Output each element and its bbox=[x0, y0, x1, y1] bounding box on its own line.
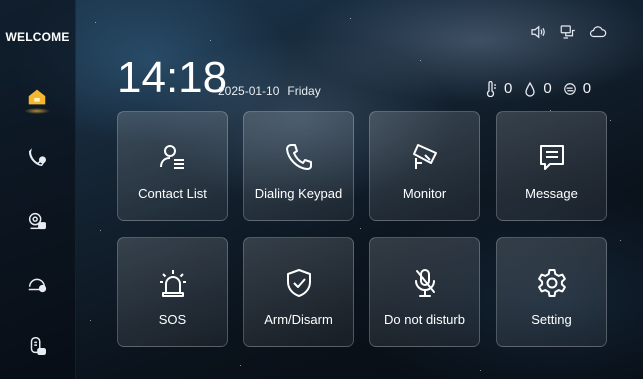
humidity-value: 0 bbox=[543, 80, 552, 97]
gear-icon bbox=[535, 266, 569, 300]
camera-icon bbox=[408, 140, 442, 174]
intercom-icon bbox=[30, 337, 46, 355]
humidity-icon bbox=[525, 81, 535, 97]
tile-label: Contact List bbox=[138, 186, 207, 201]
sidebar-item-intercom[interactable] bbox=[18, 327, 56, 365]
mute-mic-icon bbox=[408, 266, 442, 300]
home-icon bbox=[28, 89, 46, 105]
air-quality-readout: 0 bbox=[563, 80, 591, 97]
contact-list-icon bbox=[156, 140, 190, 174]
clock-time: 14:18 bbox=[117, 53, 228, 102]
message-icon bbox=[535, 140, 569, 174]
speaker-icon[interactable] bbox=[528, 22, 548, 42]
shield-icon bbox=[282, 266, 316, 300]
phone-icon bbox=[282, 140, 316, 174]
weekday-text: Friday bbox=[287, 84, 321, 98]
thermometer-icon bbox=[486, 80, 496, 97]
tile-label: SOS bbox=[158, 312, 187, 327]
tile-do-not-disturb[interactable]: Do not disturb bbox=[369, 237, 480, 347]
tile-label: Arm/Disarm bbox=[264, 312, 333, 327]
air-quality-icon bbox=[563, 82, 576, 95]
date-text: 2025-01-10 bbox=[218, 84, 280, 98]
status-bar bbox=[528, 22, 608, 42]
air-quality-value: 0 bbox=[582, 80, 592, 97]
sidebar: WELCOME bbox=[0, 0, 76, 379]
welcome-title: WELCOME bbox=[5, 30, 70, 44]
sidebar-item-camera-user[interactable] bbox=[18, 202, 56, 240]
tile-label: Do not disturb bbox=[384, 312, 465, 327]
tile-message[interactable]: Message bbox=[496, 111, 607, 221]
network-icon[interactable] bbox=[558, 22, 578, 42]
date-display: 2025-01-10 Friday bbox=[218, 84, 321, 98]
temperature-value: 0 bbox=[504, 80, 513, 97]
sidebar-item-record[interactable] bbox=[18, 265, 56, 303]
tile-setting[interactable]: Setting bbox=[496, 237, 607, 347]
cloud-icon[interactable] bbox=[588, 22, 608, 42]
tile-label: Message bbox=[525, 186, 578, 201]
tile-sos[interactable]: SOS bbox=[117, 237, 228, 347]
tile-label: Dialing Keypad bbox=[254, 186, 343, 201]
tile-arm-disarm[interactable]: Arm/Disarm bbox=[243, 237, 354, 347]
temperature-readout: 0 bbox=[484, 80, 512, 97]
sensor-readouts: 0 0 0 bbox=[484, 80, 597, 97]
sidebar-item-call[interactable] bbox=[18, 139, 56, 177]
camera-user-icon bbox=[28, 212, 46, 230]
tile-label: Setting bbox=[531, 312, 572, 327]
record-icon bbox=[28, 278, 47, 293]
alarm-icon bbox=[156, 266, 190, 300]
call-icon bbox=[28, 148, 46, 167]
tile-monitor[interactable]: Monitor bbox=[369, 111, 480, 221]
tile-label: Monitor bbox=[402, 186, 447, 201]
tile-dialing-keypad[interactable]: Dialing Keypad bbox=[243, 111, 354, 221]
humidity-readout: 0 bbox=[523, 80, 552, 97]
sidebar-item-home[interactable] bbox=[18, 78, 56, 116]
tile-contact-list[interactable]: Contact List bbox=[117, 111, 228, 221]
